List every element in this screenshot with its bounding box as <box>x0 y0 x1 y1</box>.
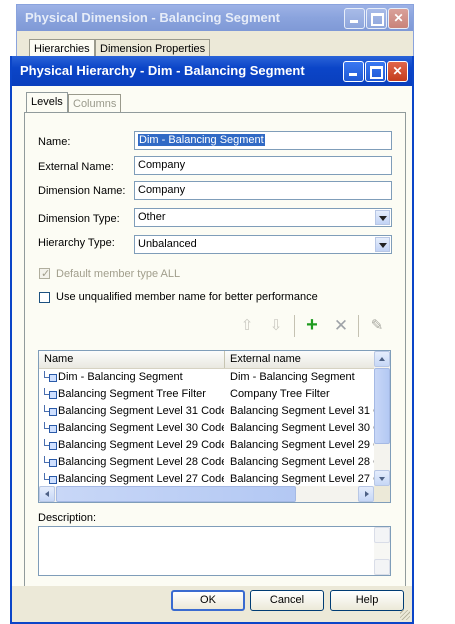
table-header: Name External name <box>39 351 375 369</box>
maximize-icon <box>367 9 386 28</box>
back-close-button[interactable]: ✕ <box>388 8 409 29</box>
row-name-cell: Balancing Segment Level 30 Code <box>58 422 224 434</box>
arrow-down-icon[interactable]: ⇩ <box>266 316 286 336</box>
delete-icon[interactable]: ✕ <box>331 316 351 336</box>
close-button[interactable]: ✕ <box>387 61 408 82</box>
description-label: Description: <box>38 512 97 524</box>
minimize-icon <box>345 9 364 28</box>
arrow-up-icon[interactable]: ⇧ <box>237 316 257 336</box>
default-member-label: Default member type ALL <box>56 268 181 280</box>
add-icon[interactable]: + <box>302 315 322 335</box>
row-external-name-cell: Balancing Segment Level 28 C <box>230 456 375 468</box>
close-icon: ✕ <box>393 11 404 25</box>
scroll-left-button[interactable] <box>39 486 55 502</box>
default-member-checkbox[interactable]: ✓ <box>39 268 51 280</box>
checkmark-icon: ✓ <box>41 268 51 280</box>
dimension-name-input[interactable]: Company <box>134 181 392 200</box>
scroll-down-icon <box>379 477 385 481</box>
unqualified-name-checkbox[interactable] <box>39 292 50 303</box>
scroll-up-button[interactable] <box>374 351 390 367</box>
back-minimize-button[interactable] <box>344 8 365 29</box>
minimize-icon <box>344 62 363 81</box>
dialog-titlebar[interactable]: Physical Hierarchy - Dim - Balancing Seg… <box>12 56 412 86</box>
row-name-cell: Balancing Segment Tree Filter <box>58 388 206 400</box>
row-name-cell: Balancing Segment Level 28 Code <box>58 456 224 468</box>
level-tree-icon <box>43 456 57 468</box>
table-vertical-scrollbar[interactable] <box>374 351 390 486</box>
name-label: Name: <box>38 136 71 148</box>
row-external-name-cell: Balancing Segment Level 30 C <box>230 422 375 434</box>
level-tree-icon <box>43 439 57 451</box>
edit-icon[interactable]: ✎ <box>367 316 387 336</box>
dimension-type-dropdown-icon[interactable] <box>375 210 390 225</box>
row-external-name-cell: Balancing Segment Level 31 C <box>230 405 375 417</box>
external-name-label: External Name: <box>38 161 114 173</box>
table-row[interactable]: Balancing Segment Level 28 Code Balancing… <box>39 454 375 471</box>
description-textarea[interactable] <box>38 526 391 576</box>
close-icon: ✕ <box>392 64 403 78</box>
dimension-type-select[interactable]: Other <box>134 208 392 227</box>
dimension-type-label: Dimension Type: <box>38 213 120 225</box>
scrollbar-corner <box>374 486 390 502</box>
scroll-down-button[interactable] <box>374 470 390 486</box>
name-input[interactable]: Dim - Balancing Segment <box>134 131 392 150</box>
hierarchy-type-dropdown-icon[interactable] <box>375 237 390 252</box>
scroll-left-icon <box>45 491 49 497</box>
back-tab-dimension-properties[interactable]: Dimension Properties <box>95 39 211 57</box>
resize-grip-icon[interactable] <box>400 610 410 620</box>
description-scroll-down[interactable] <box>374 559 390 575</box>
row-external-name-cell: Company Tree Filter <box>230 388 330 400</box>
column-header-name[interactable]: Name <box>39 351 225 368</box>
back-window-titlebar[interactable]: Physical Dimension - Balancing Segment ✕ <box>17 5 413 31</box>
toolbar-separator <box>294 315 295 337</box>
levels-table: Name External name Dim - Balancing Segme… <box>38 350 391 503</box>
vertical-scroll-thumb[interactable] <box>374 368 390 444</box>
unqualified-name-label: Use unqualified member name for better p… <box>56 291 318 303</box>
level-tree-icon <box>43 422 57 434</box>
scroll-up-icon <box>379 357 385 361</box>
back-window-title: Physical Dimension - Balancing Segment <box>25 10 281 25</box>
table-row[interactable]: Balancing Segment Level 30 Code Balancing… <box>39 420 375 437</box>
tab-levels[interactable]: Levels <box>26 92 68 112</box>
horizontal-scroll-thumb[interactable] <box>56 486 296 502</box>
physical-hierarchy-dialog: Physical Hierarchy - Dim - Balancing Seg… <box>10 56 414 624</box>
back-maximize-button[interactable] <box>366 8 387 29</box>
hierarchy-type-select[interactable]: Unbalanced <box>134 235 392 254</box>
dimension-name-label: Dimension Name: <box>38 185 126 197</box>
level-tree-icon <box>43 405 57 417</box>
level-tree-icon <box>43 473 57 485</box>
description-scrollbar[interactable] <box>374 527 390 575</box>
table-row[interactable]: Dim - Balancing Segment Dim - Balancing S… <box>39 369 375 386</box>
table-horizontal-scrollbar[interactable] <box>39 486 374 502</box>
maximize-icon <box>366 62 385 81</box>
table-row[interactable]: Balancing Segment Level 31 Code Balancing… <box>39 403 375 420</box>
external-name-input[interactable]: Company <box>134 156 392 175</box>
help-button[interactable]: Help <box>330 590 404 611</box>
table-row[interactable]: Balancing Segment Level 29 Code Balancing… <box>39 437 375 454</box>
row-name-cell: Balancing Segment Level 29 Code <box>58 439 224 451</box>
minimize-button[interactable] <box>343 61 364 82</box>
row-name-cell: Balancing Segment Level 31 Code <box>58 405 224 417</box>
maximize-button[interactable] <box>365 61 386 82</box>
table-row[interactable]: Balancing Segment Tree Filter Company Tre… <box>39 386 375 403</box>
ok-button[interactable]: OK <box>171 590 245 611</box>
hierarchy-type-label: Hierarchy Type: <box>38 237 115 249</box>
scroll-right-button[interactable] <box>358 486 374 502</box>
row-external-name-cell: Dim - Balancing Segment <box>230 371 355 383</box>
level-tree-icon <box>43 371 57 383</box>
tab-columns[interactable]: Columns <box>68 94 122 112</box>
dialog-title: Physical Hierarchy - Dim - Balancing Seg… <box>20 63 305 78</box>
toolbar-separator-2 <box>358 315 359 337</box>
column-header-external-name[interactable]: External name <box>225 351 375 368</box>
row-name-cell: Dim - Balancing Segment <box>58 371 183 383</box>
cancel-button[interactable]: Cancel <box>250 590 324 611</box>
level-tree-icon <box>43 388 57 400</box>
scroll-right-icon <box>365 491 369 497</box>
row-external-name-cell: Balancing Segment Level 29 C <box>230 439 375 451</box>
description-scroll-up[interactable] <box>374 527 390 543</box>
